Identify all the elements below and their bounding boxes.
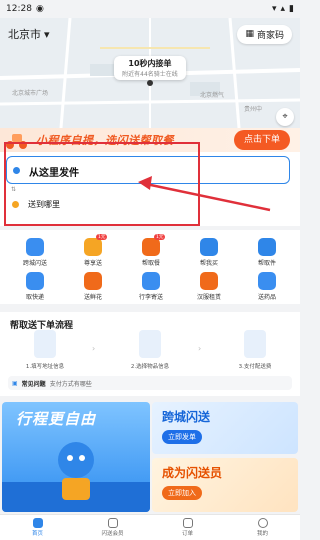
package-form-icon bbox=[139, 330, 161, 358]
service-item[interactable]: 帮取件 bbox=[242, 238, 292, 267]
member-card-icon bbox=[107, 518, 118, 528]
order-now-button[interactable]: 点击下单 bbox=[233, 130, 290, 150]
tab-orders[interactable]: 订单 bbox=[158, 518, 218, 537]
top-bar: 北京市 ▾ ▦ 商家码 bbox=[0, 22, 300, 46]
address-form-icon bbox=[34, 330, 56, 358]
tab-home[interactable]: 首页 bbox=[8, 518, 68, 537]
faq-question: 支付方式有哪些 bbox=[49, 380, 92, 388]
services-grid: 跨城闪送 尊享送 1元 帮取餐 1元 帮我买 帮取件 取快递 送鲜花 行李寄送 汉服租赁 送药品 bbox=[0, 230, 300, 304]
service-label: 送鲜花 bbox=[83, 294, 102, 301]
service-icon bbox=[26, 272, 44, 290]
map-label: 贵州中 bbox=[244, 106, 263, 113]
map-label: 北京燃气 bbox=[200, 92, 225, 99]
step-label: 2.选择物品信息 bbox=[130, 364, 170, 370]
service-label: 跨城闪送 bbox=[22, 260, 47, 267]
courier-recruit-banner[interactable]: 成为闪送员 立即加入 bbox=[152, 458, 298, 512]
battery-icon: ▮ bbox=[289, 4, 294, 14]
profile-icon bbox=[257, 518, 268, 528]
service-tag: 1元 bbox=[154, 234, 166, 240]
arrow-right-icon: › bbox=[92, 344, 96, 353]
service-item[interactable]: 跨城闪送 bbox=[10, 238, 60, 267]
service-item[interactable]: 送鲜花 bbox=[68, 272, 118, 301]
service-label: 帮取件 bbox=[257, 260, 276, 267]
service-icon bbox=[84, 238, 102, 256]
status-time: 12:28 bbox=[6, 4, 32, 14]
service-label: 送药品 bbox=[257, 294, 276, 301]
payment-icon bbox=[244, 330, 266, 358]
qr-code-icon: ▦ bbox=[245, 29, 254, 39]
crosshair-icon: ⌖ bbox=[282, 112, 288, 122]
home-icon bbox=[32, 518, 43, 528]
city-selector[interactable]: 北京市 ▾ bbox=[8, 26, 50, 42]
service-item[interactable]: 送药品 bbox=[242, 272, 292, 301]
service-label: 汉服租赁 bbox=[196, 294, 221, 301]
city-name: 北京市 bbox=[8, 28, 41, 41]
status-bar: 12:28 ◉ ▾ ▴ ▮ bbox=[0, 0, 300, 18]
service-item[interactable]: 尊享送 1元 bbox=[68, 234, 118, 267]
service-label: 取快递 bbox=[25, 294, 44, 301]
arrow-right-icon: › bbox=[198, 344, 202, 353]
faq-icon: ▣ bbox=[12, 379, 18, 387]
courier-recruit-button[interactable]: 立即加入 bbox=[162, 486, 202, 500]
tab-label: 我的 bbox=[256, 531, 268, 537]
map-pin-bubble: 10秒内接单 附近有44名骑士在线 bbox=[114, 56, 186, 80]
service-icon bbox=[200, 272, 218, 290]
courier-recruit-title: 成为闪送员 bbox=[162, 466, 223, 480]
pin-title: 10秒内接单 bbox=[128, 59, 172, 68]
pin-subtitle: 附近有44名骑士在线 bbox=[122, 71, 178, 78]
service-icon bbox=[200, 238, 218, 256]
map-label: 北京城市广场 bbox=[12, 90, 49, 97]
process-step: 1.填写地址信息 bbox=[10, 330, 80, 370]
mascot-illustration bbox=[2, 442, 150, 512]
cross-city-title: 跨城闪送 bbox=[162, 410, 211, 424]
signal-icon: ▴ bbox=[280, 4, 286, 14]
service-label: 尊享送 bbox=[83, 260, 102, 267]
tab-label: 订单 bbox=[181, 531, 193, 537]
faq-title: 常见问题 bbox=[21, 380, 46, 388]
service-icon bbox=[84, 272, 102, 290]
step-label: 1.填写地址信息 bbox=[25, 364, 65, 370]
service-icon bbox=[142, 272, 160, 290]
process-step: 2.选择物品信息 bbox=[115, 330, 185, 370]
process-section: 帮取送下单流程 1.填写地址信息 › 2.选择物品信息 › 3.支付配送费 ▣ … bbox=[0, 312, 300, 396]
tab-membership[interactable]: 闪送会员 bbox=[83, 518, 143, 537]
service-icon bbox=[26, 238, 44, 256]
tab-label: 首页 bbox=[31, 531, 43, 537]
merchant-code-button[interactable]: ▦ 商家码 bbox=[237, 24, 292, 44]
service-item[interactable]: 帮我买 bbox=[184, 238, 234, 267]
merchant-code-label: 商家码 bbox=[256, 30, 284, 41]
faq-row[interactable]: ▣ 常见问题 支付方式有哪些 bbox=[8, 376, 292, 390]
map-pin-icon bbox=[147, 80, 153, 86]
tab-profile[interactable]: 我的 bbox=[233, 518, 293, 537]
tab-label: 闪送会员 bbox=[101, 531, 124, 537]
service-label: 帮我买 bbox=[199, 260, 218, 267]
locate-button[interactable]: ⌖ bbox=[276, 108, 294, 126]
cross-city-button[interactable]: 立即发单 bbox=[162, 430, 202, 444]
service-tag: 1元 bbox=[96, 234, 108, 240]
service-icon bbox=[142, 238, 160, 256]
travel-banner[interactable]: 行程更自由 bbox=[2, 402, 150, 512]
process-step: 3.支付配送费 bbox=[220, 330, 290, 370]
cross-city-banner[interactable]: 跨城闪送 立即发单 bbox=[152, 402, 298, 454]
service-item[interactable]: 帮取餐 1元 bbox=[126, 234, 176, 267]
orders-icon bbox=[182, 518, 193, 528]
service-item[interactable]: 汉服租赁 bbox=[184, 272, 234, 301]
highlight-frame bbox=[4, 142, 200, 226]
bottom-tab-bar: 首页 闪送会员 订单 我的 bbox=[0, 514, 300, 540]
service-item[interactable]: 取快递 bbox=[10, 272, 60, 301]
service-label: 帮取餐 bbox=[141, 260, 160, 267]
service-item[interactable]: 行李寄送 bbox=[126, 272, 176, 301]
service-label: 行李寄送 bbox=[138, 294, 163, 301]
service-icon bbox=[258, 272, 276, 290]
wifi-icon: ▾ bbox=[271, 4, 277, 14]
step-label: 3.支付配送费 bbox=[238, 364, 272, 370]
notification-icon: ◉ bbox=[35, 4, 44, 14]
chevron-down-icon: ▾ bbox=[44, 27, 50, 41]
service-icon bbox=[258, 238, 276, 256]
